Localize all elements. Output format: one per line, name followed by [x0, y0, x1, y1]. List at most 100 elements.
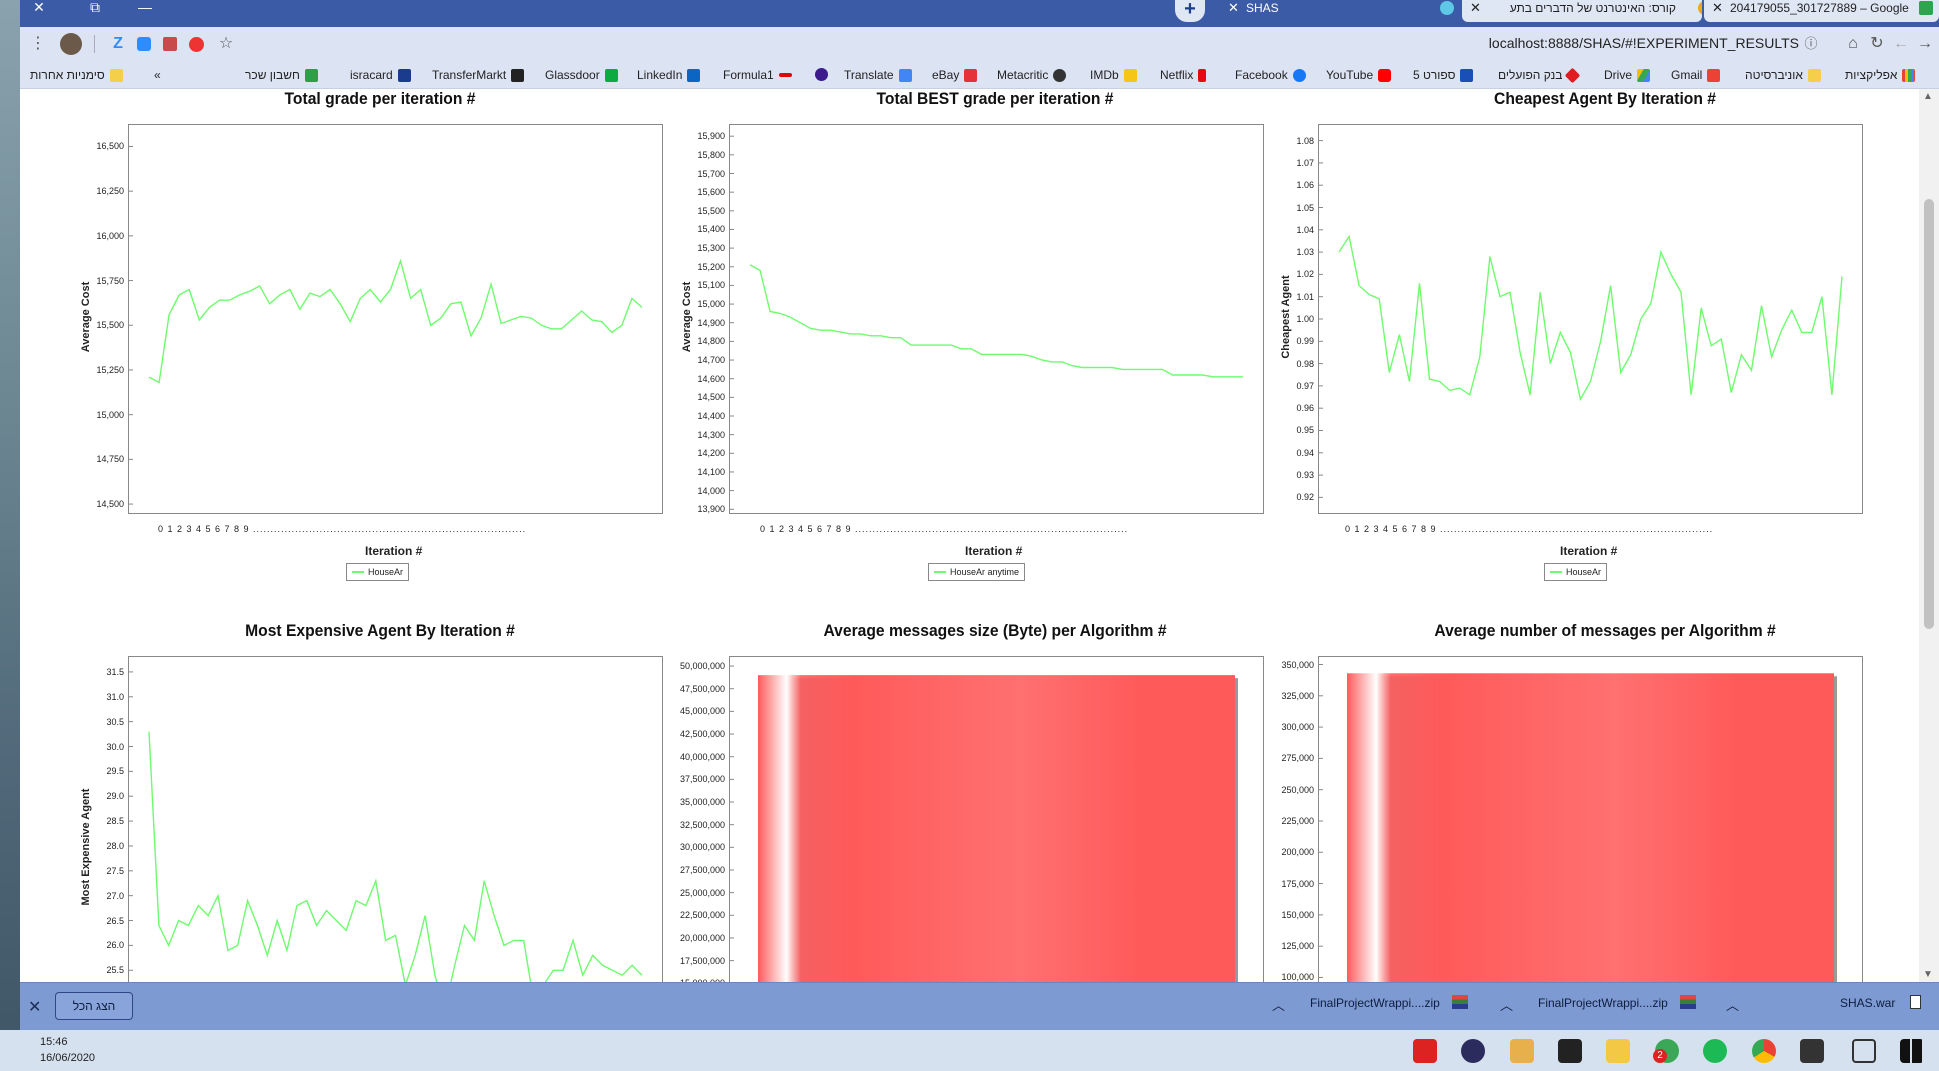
bookmark-star-icon[interactable]: ☆ — [216, 34, 236, 54]
y-tick-label: 20,000,000 — [679, 932, 725, 943]
y-tick-label: 200,000 — [1281, 847, 1314, 858]
windows-start-icon[interactable] — [1900, 1039, 1924, 1063]
home-icon[interactable]: ⌂ — [1843, 34, 1863, 54]
downloads-close-icon[interactable]: ✕ — [28, 997, 41, 1017]
chat-taskbar-icon[interactable]: 2 — [1653, 1039, 1679, 1063]
tab-course[interactable]: ✕ קורס: האינטרנט של הדברים בתע — [1462, 0, 1702, 22]
y-tick-label: 16,500 — [96, 141, 124, 152]
bookmark-favicon-icon — [604, 68, 618, 82]
menu-kebab-icon[interactable]: ⋮ — [28, 34, 48, 54]
site-info-icon[interactable]: ⓘ — [1801, 34, 1821, 54]
download-options-chevron-icon[interactable]: ︿ — [1726, 995, 1739, 1014]
bookmarks-overflow-button[interactable]: « — [154, 68, 161, 82]
tab-close-icon[interactable]: ✕ — [1712, 0, 1723, 16]
y-tick-label: 16,250 — [96, 186, 124, 197]
bookmark-item[interactable]: IMDb — [1090, 68, 1137, 82]
reload-icon[interactable]: ↻ — [1867, 34, 1887, 54]
y-tick-label: 250,000 — [1281, 784, 1314, 795]
bookmark-item[interactable]: eBay — [932, 68, 978, 82]
bookmark-item[interactable]: בנק הפועלים — [1498, 67, 1581, 83]
address-bar-url[interactable]: localhost:8888/SHAS/#!EXPERIMENT_RESULTS — [1489, 35, 1799, 51]
bookmark-label: LinkedIn — [637, 68, 683, 82]
window-minimize-button[interactable]: — — [132, 0, 158, 14]
spotify-taskbar-icon[interactable] — [1703, 1039, 1727, 1063]
bookmark-label: TransferMarkt — [432, 68, 507, 82]
y-tick-label: 26.5 — [106, 915, 124, 926]
y-tick-label: 15,700 — [697, 168, 725, 179]
chart-title: Cheapest Agent By Iteration # — [1494, 89, 1716, 108]
bookmark-item[interactable]: Netflix — [1160, 68, 1207, 82]
chart-svg — [1319, 664, 1837, 982]
experiment-results-page: Total grade per iteration # 14,500 14,750 1… — [20, 89, 1919, 982]
chart-svg — [129, 145, 643, 505]
bookmark-item[interactable]: ספורט 5 — [1413, 68, 1474, 82]
java-taskbar-icon[interactable] — [1510, 1039, 1534, 1063]
camera-extension-icon[interactable] — [134, 34, 154, 54]
scroll-up-icon[interactable]: ▲ — [1923, 91, 1933, 102]
bookmark-item[interactable]: YouTube — [1326, 68, 1392, 82]
bookmark-item[interactable]: אפליקציות — [1845, 68, 1916, 82]
y-tick-label: 15,000 — [96, 409, 124, 420]
chrome-taskbar-icon[interactable] — [1752, 1039, 1776, 1063]
back-icon[interactable]: → — [1915, 34, 1935, 54]
sticky-notes-taskbar-icon[interactable] — [1800, 1039, 1824, 1063]
y-tick-label: 175,000 — [1281, 878, 1314, 889]
task-view-icon[interactable] — [1852, 1039, 1876, 1063]
chart-title: Total BEST grade per iteration # — [876, 89, 1114, 108]
bookmark-label: Gmail — [1671, 68, 1703, 82]
bookmark-item[interactable]: אוניברסיטה — [1745, 68, 1821, 82]
bookmark-item[interactable]: Drive — [1604, 68, 1651, 82]
bookmark-item[interactable]: Facebook — [1235, 68, 1306, 82]
acrobat-taskbar-icon[interactable] — [1413, 1039, 1437, 1063]
window-restore-button[interactable]: ⧉ — [82, 0, 108, 14]
scroll-down-icon[interactable]: ▼ — [1923, 969, 1933, 980]
profile-avatar-icon[interactable] — [60, 33, 82, 55]
divider — [94, 35, 95, 53]
x-axis-label: Iteration # — [1560, 544, 1618, 558]
bookmark-item[interactable]: חשבון שכר — [245, 68, 318, 82]
tab-shas[interactable]: ✕ SHAS — [1220, 0, 1460, 22]
tab-close-icon[interactable]: ✕ — [1228, 0, 1239, 16]
y-tick-label: 14,300 — [697, 429, 725, 440]
bookmark-item[interactable]: Translate — [844, 68, 912, 82]
bookmark-item[interactable]: Glassdoor — [545, 68, 618, 82]
download-item[interactable]: SHAS.war — [1840, 996, 1895, 1010]
system-clock[interactable]: 15:46 16/06/2020 — [40, 1034, 95, 1066]
download-options-chevron-icon[interactable]: ︿ — [1500, 995, 1513, 1014]
new-tab-button[interactable]: + — [1175, 0, 1205, 22]
file-explorer-taskbar-icon[interactable] — [1606, 1039, 1630, 1063]
window-close-button[interactable]: ✕ — [26, 0, 52, 14]
eclipse-taskbar-icon[interactable] — [1461, 1039, 1485, 1063]
y-tick-label: 27.0 — [106, 890, 124, 901]
zoom-extension-icon[interactable]: Z — [108, 34, 128, 54]
adblock-extension-icon[interactable] — [186, 34, 206, 54]
bookmark-favicon-icon — [1292, 68, 1306, 82]
download-item[interactable]: FinalProjectWrappi....zip — [1538, 996, 1668, 1010]
pdf-extension-icon[interactable] — [160, 34, 180, 54]
folder-icon — [1807, 68, 1821, 82]
show-all-downloads-button[interactable]: הצג הכל — [55, 992, 133, 1020]
tab-google-drive[interactable]: ✕ 204179055_301727889 – Google — [1704, 0, 1939, 22]
bookmark-other[interactable]: סימניות אחרות — [30, 68, 123, 82]
page-scrollbar[interactable]: ▲ ▼ — [1919, 89, 1939, 982]
bookmark-item[interactable]: TransferMarkt — [432, 68, 525, 82]
bookmark-item[interactable]: Metacritic — [997, 68, 1067, 82]
bookmark-item[interactable]: Gmail — [1671, 68, 1721, 82]
forward-icon[interactable]: ← — [1891, 34, 1911, 54]
y-tick-label: 15,100 — [697, 280, 725, 291]
bookmark-item[interactable]: isracard — [350, 68, 411, 82]
download-options-chevron-icon[interactable]: ︿ — [1272, 995, 1285, 1014]
bookmark-item[interactable] — [815, 68, 828, 81]
y-tick-label: 1.08 — [1296, 135, 1314, 146]
y-tick-label: 14,800 — [697, 336, 725, 347]
bookmark-item[interactable]: LinkedIn — [637, 68, 701, 82]
terminal-taskbar-icon[interactable] — [1558, 1039, 1582, 1063]
bookmark-item[interactable]: Formula1 — [723, 68, 792, 82]
y-tick-label: 15,500 — [96, 320, 124, 331]
y-axis-label: Cheapest Agent — [1280, 275, 1292, 359]
download-item[interactable]: FinalProjectWrappi....zip — [1310, 996, 1440, 1010]
tab-close-icon[interactable]: ✕ — [1470, 0, 1481, 16]
scrollbar-thumb[interactable] — [1924, 199, 1934, 629]
y-tick-label: 1.00 — [1296, 314, 1314, 324]
bookmark-favicon-icon — [964, 68, 978, 82]
